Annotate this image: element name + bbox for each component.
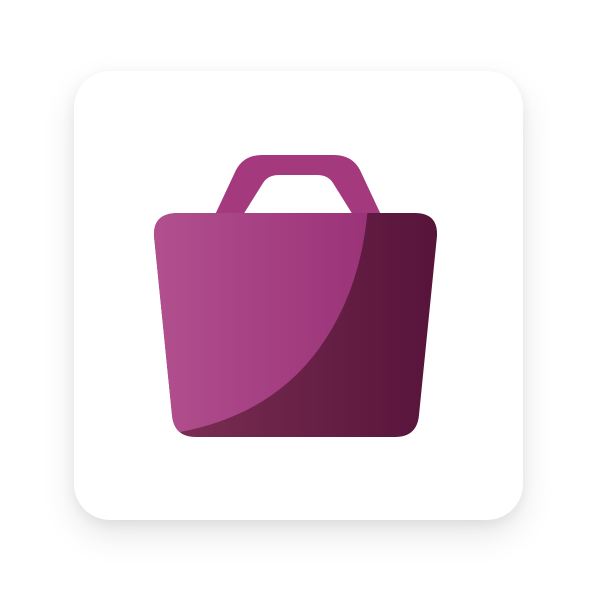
shopping-bag-icon xyxy=(153,155,438,437)
bag-handle xyxy=(214,155,382,217)
app-icon-canvas xyxy=(0,0,591,591)
